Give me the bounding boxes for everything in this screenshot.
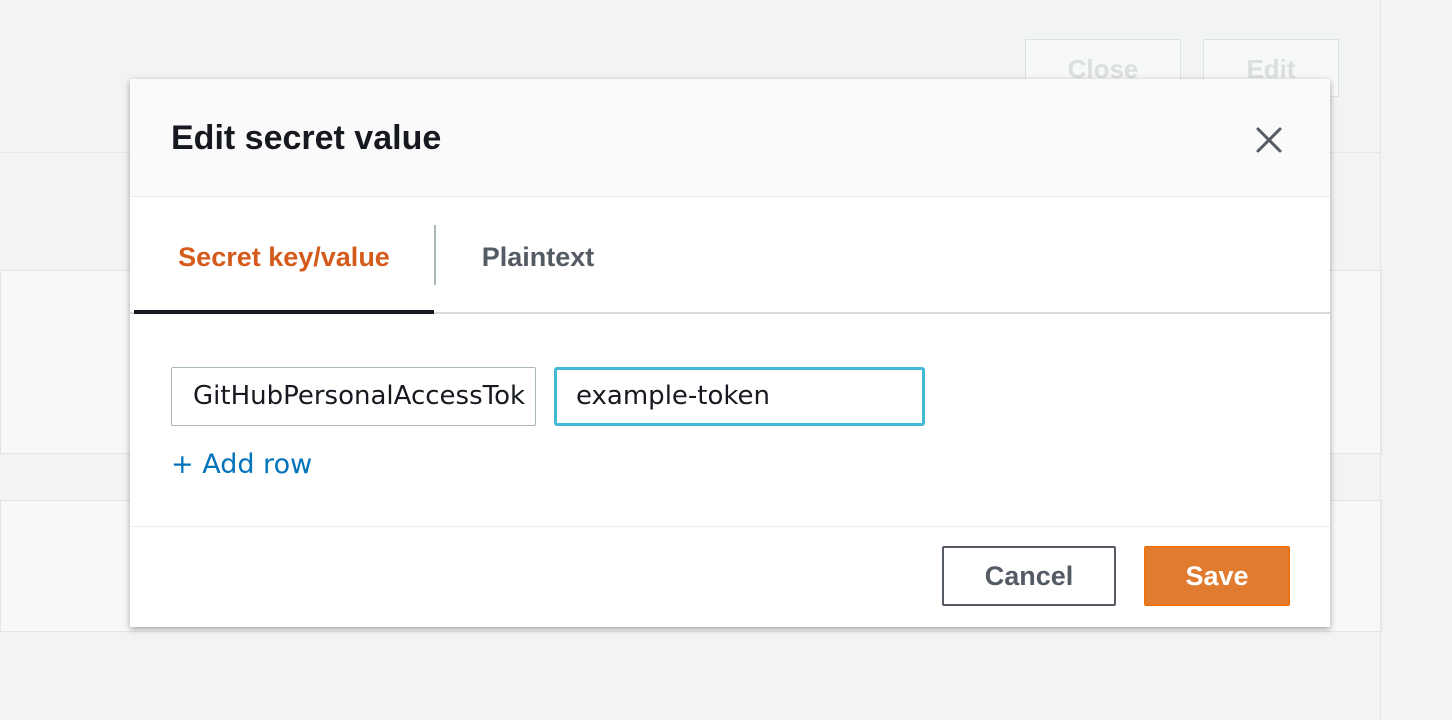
secret-key-input[interactable]: GitHubPersonalAccessTok	[171, 367, 536, 426]
tab-bar: Secret key/value Plaintext	[130, 197, 1330, 314]
cancel-button[interactable]: Cancel	[942, 546, 1116, 606]
modal-title: Edit secret value	[171, 119, 442, 157]
secret-value-input[interactable]: example-token	[554, 367, 925, 426]
background-divider	[1380, 0, 1381, 720]
save-button[interactable]: Save	[1144, 546, 1290, 606]
add-row-link[interactable]: + Add row	[171, 449, 312, 480]
active-tab-indicator	[134, 310, 434, 314]
close-icon[interactable]	[1246, 117, 1292, 163]
modal-header: Edit secret value	[130, 79, 1330, 197]
tab-plaintext[interactable]: Plaintext	[436, 197, 640, 314]
tab-secret-key-value[interactable]: Secret key/value	[134, 197, 434, 314]
footer-divider	[130, 526, 1330, 527]
edit-secret-modal: Edit secret value Secret key/value Plain…	[130, 79, 1330, 627]
